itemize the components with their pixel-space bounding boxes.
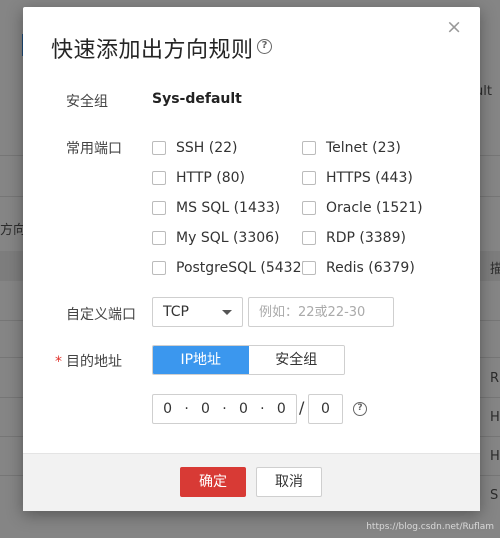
custom-port-input[interactable] <box>248 297 394 327</box>
port-checkbox-http[interactable]: HTTP (80) <box>152 170 245 186</box>
ip-dot-separator: · <box>222 401 227 417</box>
security-group-value: Sys-default <box>152 91 242 107</box>
port-checkbox-mssql[interactable]: MS SQL (1433) <box>152 200 280 216</box>
destination-label-text: 目的地址 <box>66 354 122 370</box>
port-checkbox-telnet[interactable]: Telnet (23) <box>302 140 401 156</box>
cancel-button[interactable]: 取消 <box>256 467 322 497</box>
port-checkbox-https[interactable]: HTTPS (443) <box>302 170 413 186</box>
ip-dot-separator: · <box>260 401 265 417</box>
required-mark: * <box>55 354 62 370</box>
ip-dot-separator: · <box>184 401 189 417</box>
custom-port-label: 自定义端口 <box>66 307 136 323</box>
security-group-label: 安全组 <box>66 94 108 110</box>
ip-octet[interactable]: 0 <box>239 401 248 417</box>
port-checkbox-mysql[interactable]: My SQL (3306) <box>152 230 280 246</box>
port-checkbox-redis[interactable]: Redis (6379) <box>302 260 415 276</box>
checkbox-box[interactable] <box>302 201 316 215</box>
cidr-mask-input[interactable]: 0 <box>308 394 343 424</box>
protocol-select-value: TCP <box>163 304 189 320</box>
dialog-footer: 确定 取消 <box>23 453 480 511</box>
checkbox-box[interactable] <box>302 261 316 275</box>
port-label: Redis (6379) <box>326 260 415 276</box>
dialog-title: 快速添加出方向规则 <box>51 38 254 63</box>
cidr-separator: / <box>299 398 305 417</box>
port-checkbox-oracle[interactable]: Oracle (1521) <box>302 200 423 216</box>
checkbox-box[interactable] <box>302 171 316 185</box>
ip-address-input[interactable]: 0 · 0 · 0 · 0 <box>152 394 297 424</box>
port-label: PostgreSQL (5432) <box>176 260 307 276</box>
port-label: HTTPS (443) <box>326 170 413 186</box>
checkbox-box[interactable] <box>152 141 166 155</box>
add-outbound-rule-dialog: × 快速添加出方向规则 ? 安全组 Sys-default 常用端口 SSH (… <box>23 7 480 511</box>
port-label: My SQL (3306) <box>176 230 280 246</box>
watermark: https://blog.csdn.net/Ruflam <box>366 522 494 532</box>
protocol-select[interactable]: TCP <box>152 297 243 327</box>
port-label: HTTP (80) <box>176 170 246 186</box>
port-label: SSH (22) <box>176 140 238 156</box>
port-checkbox-postgresql[interactable]: PostgreSQL (5432) <box>152 260 307 276</box>
checkbox-box[interactable] <box>152 261 166 275</box>
checkbox-box[interactable] <box>302 141 316 155</box>
ip-octet[interactable]: 0 <box>277 401 286 417</box>
ip-octet[interactable]: 0 <box>201 401 210 417</box>
tab-security-group[interactable]: 安全组 <box>248 346 344 374</box>
close-icon[interactable]: × <box>446 18 462 37</box>
confirm-button[interactable]: 确定 <box>180 467 246 497</box>
tab-ip-address[interactable]: IP地址 <box>153 346 249 374</box>
help-icon[interactable]: ? <box>353 402 367 416</box>
port-checkbox-ssh[interactable]: SSH (22) <box>152 140 238 156</box>
checkbox-box[interactable] <box>152 231 166 245</box>
port-checkbox-rdp[interactable]: RDP (3389) <box>302 230 406 246</box>
checkbox-box[interactable] <box>152 171 166 185</box>
port-label: RDP (3389) <box>326 230 406 246</box>
checkbox-box[interactable] <box>152 201 166 215</box>
checkbox-box[interactable] <box>302 231 316 245</box>
common-ports-label: 常用端口 <box>66 141 122 157</box>
port-label: MS SQL (1433) <box>176 200 281 216</box>
destination-type-toggle: IP地址 安全组 <box>152 345 345 375</box>
help-icon[interactable]: ? <box>257 39 272 54</box>
chevron-down-icon <box>222 310 232 315</box>
destination-label: * 目的地址 <box>55 351 122 371</box>
port-label: Oracle (1521) <box>326 200 423 216</box>
port-label: Telnet (23) <box>326 140 401 156</box>
ip-octet[interactable]: 0 <box>163 401 172 417</box>
